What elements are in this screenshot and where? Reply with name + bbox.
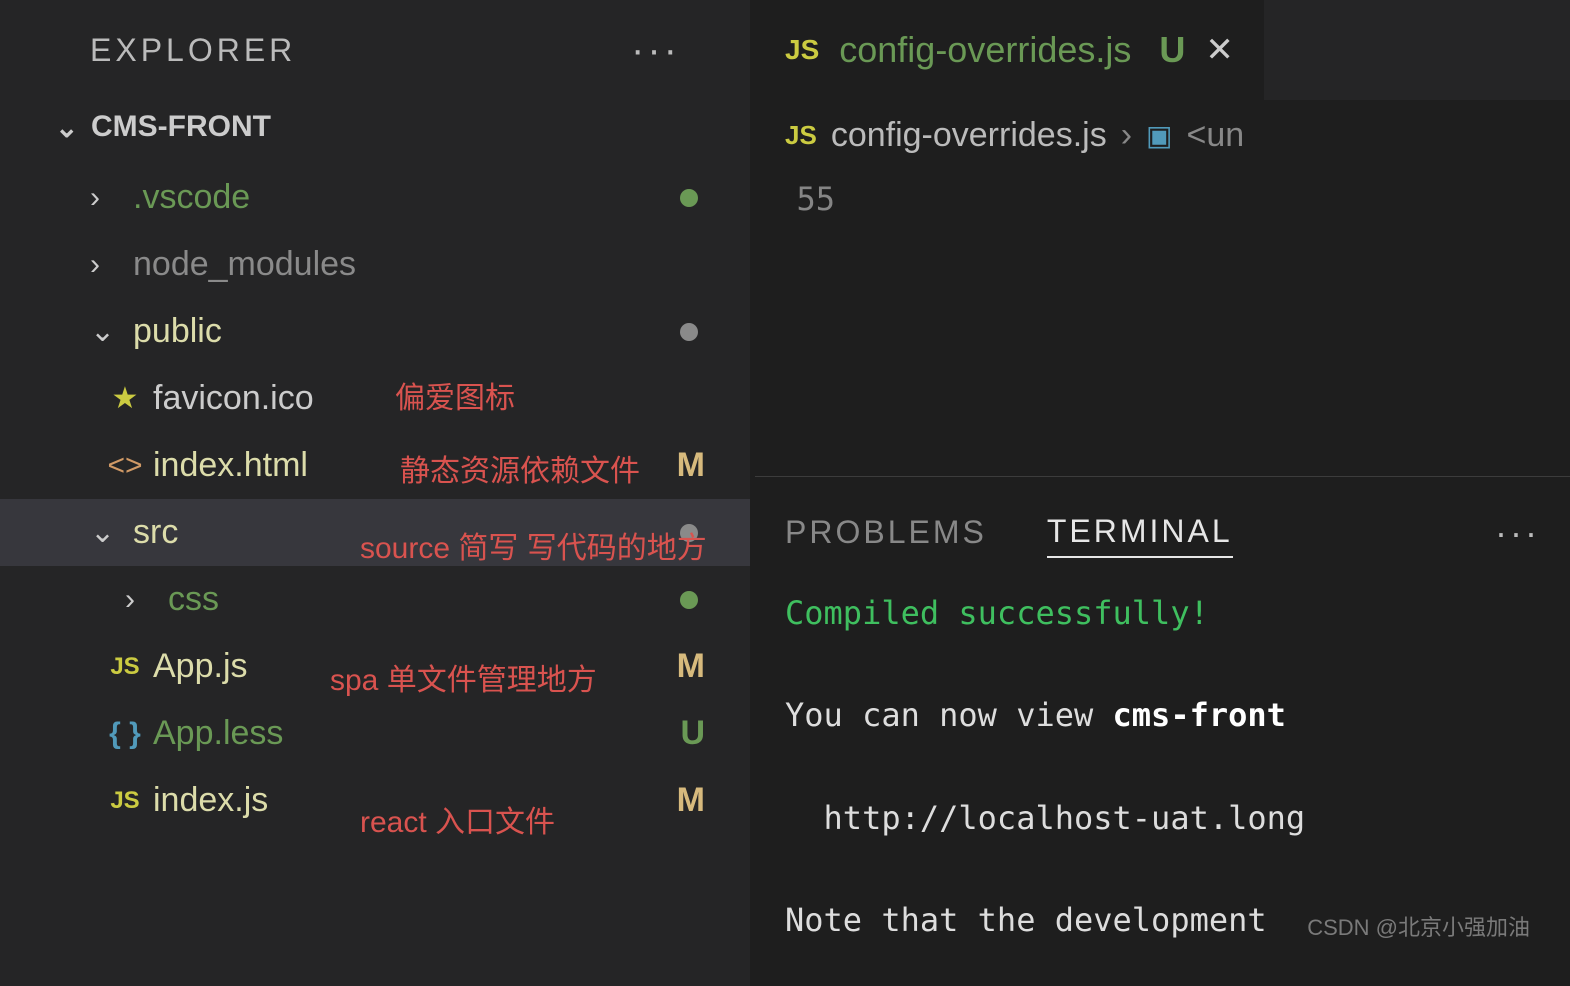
breadcrumb-file: config-overrides.js bbox=[831, 116, 1107, 155]
close-icon[interactable]: ✕ bbox=[1205, 30, 1234, 70]
tree-item-css[interactable]: › css bbox=[0, 566, 750, 633]
annotation: react 入口文件 bbox=[360, 797, 555, 841]
less-icon: { } bbox=[105, 717, 145, 751]
terminal-output[interactable]: Compiled successfully! You can now view … bbox=[785, 588, 1540, 946]
file-label: App.js bbox=[153, 647, 248, 686]
symbol-icon: ▣ bbox=[1146, 119, 1172, 152]
file-tree: › .vscode › node_modules ⌄ public ★ favi… bbox=[0, 154, 750, 834]
chevron-down-icon: ⌄ bbox=[90, 314, 125, 349]
terminal-line: Compiled successfully! bbox=[785, 594, 1209, 632]
chevron-right-icon: › bbox=[125, 583, 160, 617]
git-badge-modified: M bbox=[677, 647, 705, 686]
file-label: index.js bbox=[153, 781, 268, 820]
folder-label: src bbox=[133, 513, 178, 552]
annotation: source 简写 写代码的地方 bbox=[360, 523, 707, 567]
chevron-down-icon: ⌄ bbox=[55, 111, 91, 144]
project-header[interactable]: ⌄ CMS-FRONT bbox=[0, 100, 750, 154]
annotation: 偏爱图标 bbox=[395, 373, 515, 417]
annotation: spa 单文件管理地方 bbox=[330, 655, 597, 699]
chevron-down-icon: ⌄ bbox=[90, 515, 125, 550]
tree-item-public[interactable]: ⌄ public bbox=[0, 298, 750, 365]
tab-status: U bbox=[1159, 29, 1185, 71]
project-name: CMS-FRONT bbox=[91, 110, 271, 144]
panel-more-icon[interactable]: ··· bbox=[1495, 512, 1540, 554]
tab-problems[interactable]: PROBLEMS bbox=[785, 508, 987, 557]
tree-item-src[interactable]: ⌄ src source 简写 写代码的地方 bbox=[0, 499, 750, 566]
html-icon: <> bbox=[105, 449, 145, 483]
tree-item-app-js[interactable]: JS App.js spa 单文件管理地方 M bbox=[0, 633, 750, 700]
panel-tabs: PROBLEMS TERMINAL ··· bbox=[785, 507, 1540, 558]
folder-label: .vscode bbox=[133, 178, 250, 217]
terminal-line: You can now view bbox=[785, 696, 1113, 734]
tree-item-index-html[interactable]: <> index.html 静态资源依赖文件 M bbox=[0, 432, 750, 499]
tree-item-app-less[interactable]: { } App.less U bbox=[0, 700, 750, 767]
file-label: favicon.ico bbox=[153, 379, 314, 418]
chevron-right-icon: › bbox=[90, 248, 125, 282]
git-dot bbox=[680, 524, 698, 542]
js-icon: JS bbox=[105, 653, 145, 681]
file-label: index.html bbox=[153, 446, 308, 485]
tab-label: config-overrides.js bbox=[839, 29, 1131, 71]
annotation: 静态资源依赖文件 bbox=[400, 446, 640, 490]
terminal-line: http://localhost-uat.long bbox=[785, 799, 1305, 837]
tab-config-overrides[interactable]: JS config-overrides.js U ✕ bbox=[755, 0, 1264, 100]
tab-bar: JS config-overrides.js U ✕ bbox=[755, 0, 1570, 100]
terminal-line: Note that the development bbox=[785, 901, 1286, 939]
js-icon: JS bbox=[105, 787, 145, 815]
folder-label: public bbox=[133, 312, 222, 351]
folder-label: css bbox=[168, 580, 219, 619]
git-badge-modified: M bbox=[677, 781, 705, 820]
folder-label: node_modules bbox=[133, 245, 356, 284]
tab-terminal[interactable]: TERMINAL bbox=[1047, 507, 1233, 558]
js-icon: JS bbox=[785, 34, 819, 66]
terminal-line: cms-front bbox=[1113, 696, 1286, 734]
line-number: 55 bbox=[785, 180, 835, 218]
explorer-title: EXPLORER bbox=[90, 32, 296, 69]
watermark: CSDN @北京小强加油 bbox=[1307, 910, 1530, 942]
explorer-more-icon[interactable]: ··· bbox=[631, 28, 680, 73]
file-label: App.less bbox=[153, 714, 283, 753]
git-badge-untracked: U bbox=[680, 714, 705, 753]
breadcrumb-symbol: <un bbox=[1187, 116, 1245, 155]
git-badge-modified: M bbox=[677, 446, 705, 485]
breadcrumb[interactable]: JS config-overrides.js › ▣ <un bbox=[755, 100, 1570, 170]
editor-area: JS config-overrides.js U ✕ JS config-ove… bbox=[755, 0, 1570, 986]
chevron-right-icon: › bbox=[1121, 116, 1132, 155]
star-icon: ★ bbox=[105, 381, 145, 416]
tree-item-index-js[interactable]: JS index.js react 入口文件 M bbox=[0, 767, 750, 834]
chevron-right-icon: › bbox=[90, 181, 125, 215]
git-dot bbox=[680, 323, 698, 341]
tree-item-favicon[interactable]: ★ favicon.ico 偏爱图标 bbox=[0, 365, 750, 432]
tree-item-vscode[interactable]: › .vscode bbox=[0, 164, 750, 231]
sidebar: EXPLORER ··· ⌄ CMS-FRONT › .vscode › nod… bbox=[0, 0, 750, 986]
git-dot bbox=[680, 189, 698, 207]
js-icon: JS bbox=[785, 120, 817, 151]
explorer-header: EXPLORER ··· bbox=[0, 0, 750, 100]
tree-item-node-modules[interactable]: › node_modules bbox=[0, 231, 750, 298]
git-dot bbox=[680, 591, 698, 609]
code-editor[interactable]: 55 bbox=[755, 170, 1570, 228]
